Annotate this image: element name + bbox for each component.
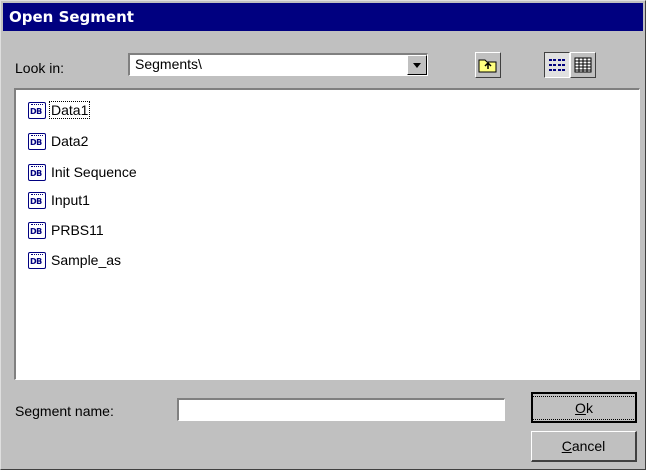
up-folder-button[interactable] <box>475 52 501 78</box>
look-in-value: Segments\ <box>135 56 202 72</box>
database-icon: DB <box>28 163 46 181</box>
database-icon: DB <box>28 191 46 209</box>
file-name: Data1 <box>48 101 91 119</box>
cancel-button[interactable]: Cancel <box>531 431 637 462</box>
details-view-button[interactable] <box>570 52 596 78</box>
file-name: Sample_as <box>51 252 122 268</box>
file-name: Init Sequence <box>51 164 137 180</box>
list-item[interactable]: DB Sample_as <box>28 250 122 270</box>
list-view-icon <box>549 59 565 71</box>
dropdown-arrow-icon[interactable] <box>407 55 427 75</box>
list-item[interactable]: DB Init Sequence <box>28 162 138 182</box>
file-name: Input1 <box>51 192 90 208</box>
window-title[interactable]: Open Segment <box>3 3 643 31</box>
open-segment-dialog: Open Segment Look in: Segments\ DB Data1… <box>0 0 646 470</box>
list-item[interactable]: DB Input1 <box>28 190 91 210</box>
list-item[interactable]: DB Data2 <box>28 131 89 151</box>
segment-name-input[interactable] <box>177 398 505 421</box>
list-item[interactable]: DB PRBS11 <box>28 220 105 240</box>
look-in-label: Look in: <box>15 60 65 76</box>
list-view-button[interactable] <box>544 52 570 78</box>
segment-file-list[interactable]: DB Data1 DB Data2 DB Init Sequence DB In… <box>14 88 640 380</box>
file-name: PRBS11 <box>51 222 104 238</box>
ok-button-label: Ok <box>532 395 636 420</box>
database-icon: DB <box>28 221 46 239</box>
database-icon: DB <box>28 132 46 150</box>
file-name: Data2 <box>51 133 89 149</box>
ok-button[interactable]: Ok <box>531 392 637 423</box>
database-icon: DB <box>28 251 46 269</box>
details-view-icon <box>574 57 592 73</box>
database-icon: DB <box>28 101 46 119</box>
list-item[interactable]: DB Data1 <box>28 100 91 120</box>
look-in-combobox[interactable]: Segments\ <box>128 53 428 76</box>
cancel-button-label: Cancel <box>561 438 606 454</box>
up-folder-icon <box>478 59 497 73</box>
segment-name-label: Segment name: <box>15 403 114 419</box>
